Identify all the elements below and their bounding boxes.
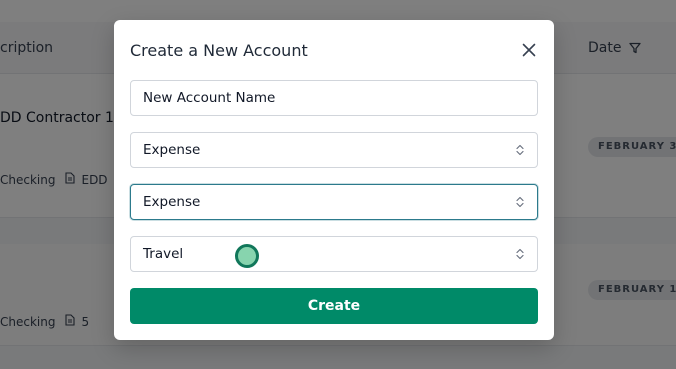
create-button[interactable]: Create [130, 288, 538, 324]
account-type-value: Expense [143, 142, 201, 158]
account-name-value: New Account Name [143, 90, 276, 106]
close-icon [522, 42, 536, 61]
account-type-select[interactable]: Expense [130, 132, 538, 168]
chevron-updown-icon [515, 143, 525, 157]
close-button[interactable] [518, 40, 540, 62]
modal-title: Create a New Account [130, 41, 308, 60]
account-subcategory-select[interactable]: Travel [130, 236, 538, 272]
account-name-input[interactable]: New Account Name [130, 80, 538, 116]
chevron-updown-icon [515, 247, 525, 261]
account-subcategory-value: Travel [143, 246, 184, 262]
account-category-value: Expense [143, 194, 201, 210]
account-category-select[interactable]: Expense [130, 184, 538, 220]
cursor-indicator [235, 244, 259, 268]
create-account-modal: Create a New Account New Account Name Ex… [114, 20, 554, 340]
chevron-updown-icon [515, 195, 525, 209]
